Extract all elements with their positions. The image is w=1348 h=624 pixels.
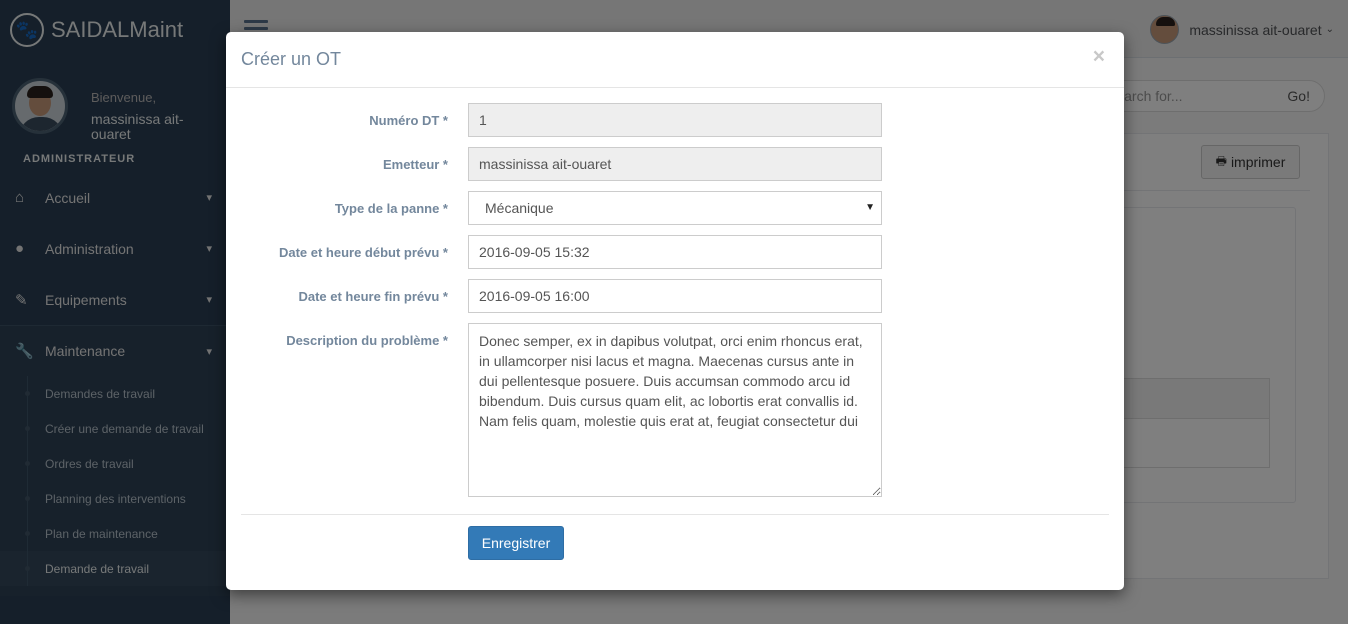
date-debut-label: Date et heure début prévu *	[278, 245, 448, 260]
emetteur-label: Emetteur *	[382, 157, 448, 172]
description-label: Description du problème *	[286, 333, 448, 348]
save-button[interactable]: Enregistrer	[468, 526, 564, 560]
modal-title: Créer un OT	[241, 49, 342, 69]
date-fin-label: Date et heure fin prévu *	[298, 289, 448, 304]
type-panne-label: Type de la panne *	[334, 201, 448, 216]
type-panne-select[interactable]: Mécanique ▼	[468, 191, 882, 225]
close-icon[interactable]: ×	[1093, 45, 1105, 69]
modal-header: Créer un OT ×	[226, 32, 1124, 88]
date-fin-input[interactable]: 2016-09-05 16:00	[468, 279, 882, 313]
modal-divider	[241, 514, 1109, 515]
dropdown-arrow-icon: ▼	[865, 202, 875, 213]
numero-dt-field[interactable]: 1	[468, 103, 882, 137]
date-debut-input[interactable]: 2016-09-05 15:32	[468, 235, 882, 269]
description-textarea[interactable]: Donec semper, ex in dapibus volutpat, or…	[468, 323, 882, 497]
type-panne-value: Mécanique	[485, 200, 554, 216]
create-ot-modal: Créer un OT × Numéro DT * 1 Emetteur * m…	[226, 32, 1124, 590]
numero-dt-label: Numéro DT *	[369, 113, 448, 128]
emetteur-field[interactable]: massinissa ait-ouaret	[468, 147, 882, 181]
